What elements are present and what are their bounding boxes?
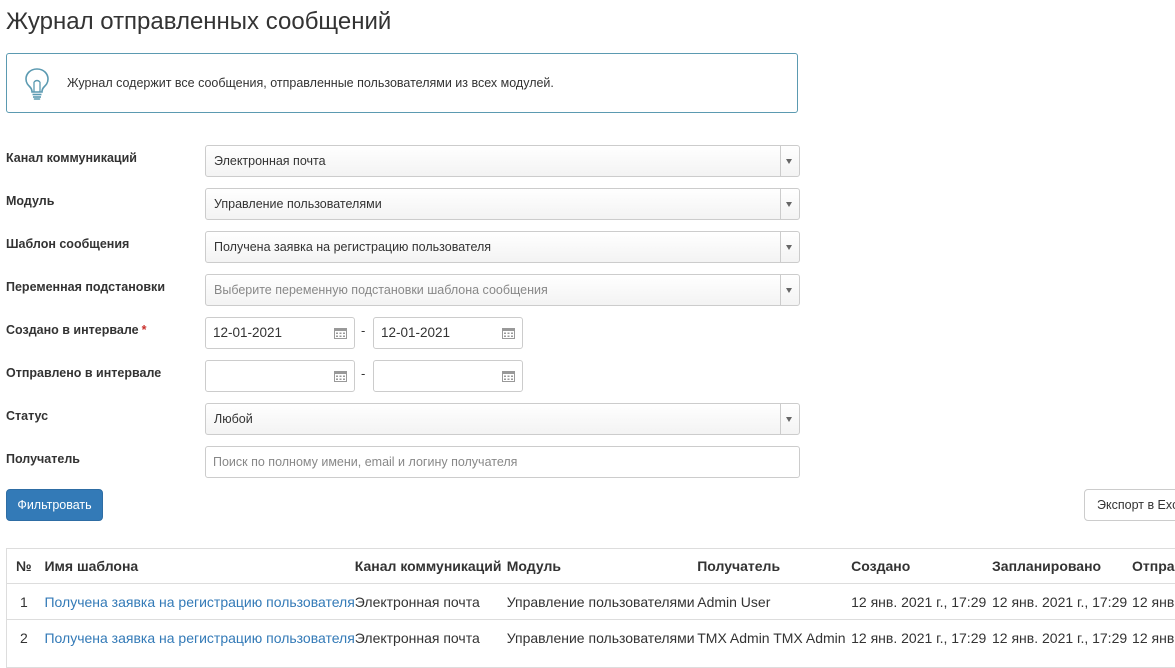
col-header-created[interactable]: Создано <box>851 549 992 584</box>
calendar-icon[interactable] <box>502 327 515 339</box>
status-select[interactable]: Любой <box>205 403 800 435</box>
col-header-recipient[interactable]: Получатель <box>697 549 851 584</box>
row-number: 1 <box>7 583 45 620</box>
col-header-number[interactable]: № <box>7 549 44 584</box>
calendar-icon[interactable] <box>502 370 515 382</box>
table-row: 2 Получена заявка на регистрацию пользов… <box>7 619 1175 655</box>
table-header-row: № Имя шаблона Канал коммуникаций Модуль … <box>7 549 1175 584</box>
sent-label: Отправлено в интервале <box>6 366 162 380</box>
messages-table: № Имя шаблона Канал коммуникаций Модуль … <box>6 548 1175 668</box>
row-number: 2 <box>7 619 45 655</box>
row-module: Управление пользователями <box>506 619 698 655</box>
created-from-input[interactable]: 12-01-2021 <box>205 317 355 349</box>
template-link[interactable]: Получена заявка на регистрацию пользоват… <box>44 594 354 610</box>
sent-row: Отправлено в интервале - <box>6 360 800 392</box>
info-alert: Журнал содержит все сообщения, отправлен… <box>6 53 798 113</box>
created-from-value: 12-01-2021 <box>213 325 283 340</box>
template-value: Получена заявка на регистрацию пользоват… <box>214 240 492 254</box>
row-created: 12 янв. 2021 г., 17:29 <box>851 583 993 620</box>
variable-label: Переменная подстановки <box>6 280 166 294</box>
created-row: Создано в интервале * 12-01-2021 - 12-01-… <box>6 317 800 349</box>
recipient-row: Получатель <box>6 446 800 478</box>
required-mark: * <box>141 323 147 337</box>
sent-to-input[interactable] <box>373 360 523 392</box>
module-value: Управление пользователями <box>214 197 382 211</box>
variable-select[interactable]: Выберите переменную подстановки шаблона … <box>205 274 800 306</box>
created-separator: - <box>361 323 366 338</box>
col-header-channel[interactable]: Канал коммуникаций <box>355 549 507 584</box>
status-value: Любой <box>214 412 253 426</box>
filter-button[interactable]: Фильтровать <box>6 489 103 521</box>
template-label: Шаблон сообщения <box>6 237 130 251</box>
calendar-icon[interactable] <box>334 327 347 339</box>
row-sent: 12 янв <box>1132 583 1175 620</box>
row-scheduled: 12 янв. 2021 г., 17:29 <box>992 619 1133 655</box>
col-header-scheduled[interactable]: Запланировано <box>992 549 1132 584</box>
row-recipient: TMX Admin TMX Admin <box>697 619 852 655</box>
row-recipient: Admin User <box>697 583 852 620</box>
chevron-down-icon[interactable] <box>780 232 799 262</box>
calendar-icon[interactable] <box>334 370 347 382</box>
export-excel-button[interactable]: Экспорт в Exc <box>1084 489 1175 521</box>
status-label: Статус <box>6 409 49 423</box>
module-select[interactable]: Управление пользователями <box>205 188 800 220</box>
row-module: Управление пользователями <box>506 583 698 620</box>
col-header-sent[interactable]: Отпра <box>1132 549 1175 584</box>
variable-row: Переменная подстановки Выберите переменн… <box>6 274 800 306</box>
variable-placeholder: Выберите переменную подстановки шаблона … <box>214 283 548 297</box>
chevron-down-icon[interactable] <box>780 189 799 219</box>
lightbulb-icon <box>25 68 49 100</box>
channel-value: Электронная почта <box>214 154 326 168</box>
sent-separator: - <box>361 366 366 381</box>
template-select[interactable]: Получена заявка на регистрацию пользоват… <box>205 231 800 263</box>
module-label: Модуль <box>6 194 55 208</box>
status-row: Статус Любой <box>6 403 800 435</box>
recipient-search-input[interactable] <box>205 446 800 478</box>
channel-row: Канал коммуникаций Электронная почта <box>6 145 800 177</box>
module-row: Модуль Управление пользователями <box>6 188 800 220</box>
chevron-down-icon[interactable] <box>780 146 799 176</box>
recipient-label: Получатель <box>6 452 80 466</box>
created-label: Создано в интервале * <box>6 323 147 337</box>
chevron-down-icon[interactable] <box>780 404 799 434</box>
template-row: Шаблон сообщения Получена заявка на реги… <box>6 231 800 263</box>
created-to-value: 12-01-2021 <box>381 325 451 340</box>
row-channel: Электронная почта <box>354 619 507 655</box>
col-header-module[interactable]: Модуль <box>507 549 697 584</box>
row-channel: Электронная почта <box>354 583 507 620</box>
channel-select[interactable]: Электронная почта <box>205 145 800 177</box>
row-scheduled: 12 янв. 2021 г., 17:29 <box>992 583 1133 620</box>
table-row: 1 Получена заявка на регистрацию пользов… <box>7 583 1175 620</box>
col-header-template-name[interactable]: Имя шаблона <box>44 549 354 584</box>
row-sent: 12 янв <box>1132 619 1175 655</box>
chevron-down-icon[interactable] <box>780 275 799 305</box>
created-to-input[interactable]: 12-01-2021 <box>373 317 523 349</box>
channel-label: Канал коммуникаций <box>6 151 137 165</box>
sent-from-input[interactable] <box>205 360 355 392</box>
info-text: Журнал содержит все сообщения, отправлен… <box>67 76 554 90</box>
page-title: Журнал отправленных сообщений <box>6 8 392 35</box>
row-created: 12 янв. 2021 г., 17:29 <box>851 619 993 655</box>
template-link[interactable]: Получена заявка на регистрацию пользоват… <box>44 630 354 646</box>
